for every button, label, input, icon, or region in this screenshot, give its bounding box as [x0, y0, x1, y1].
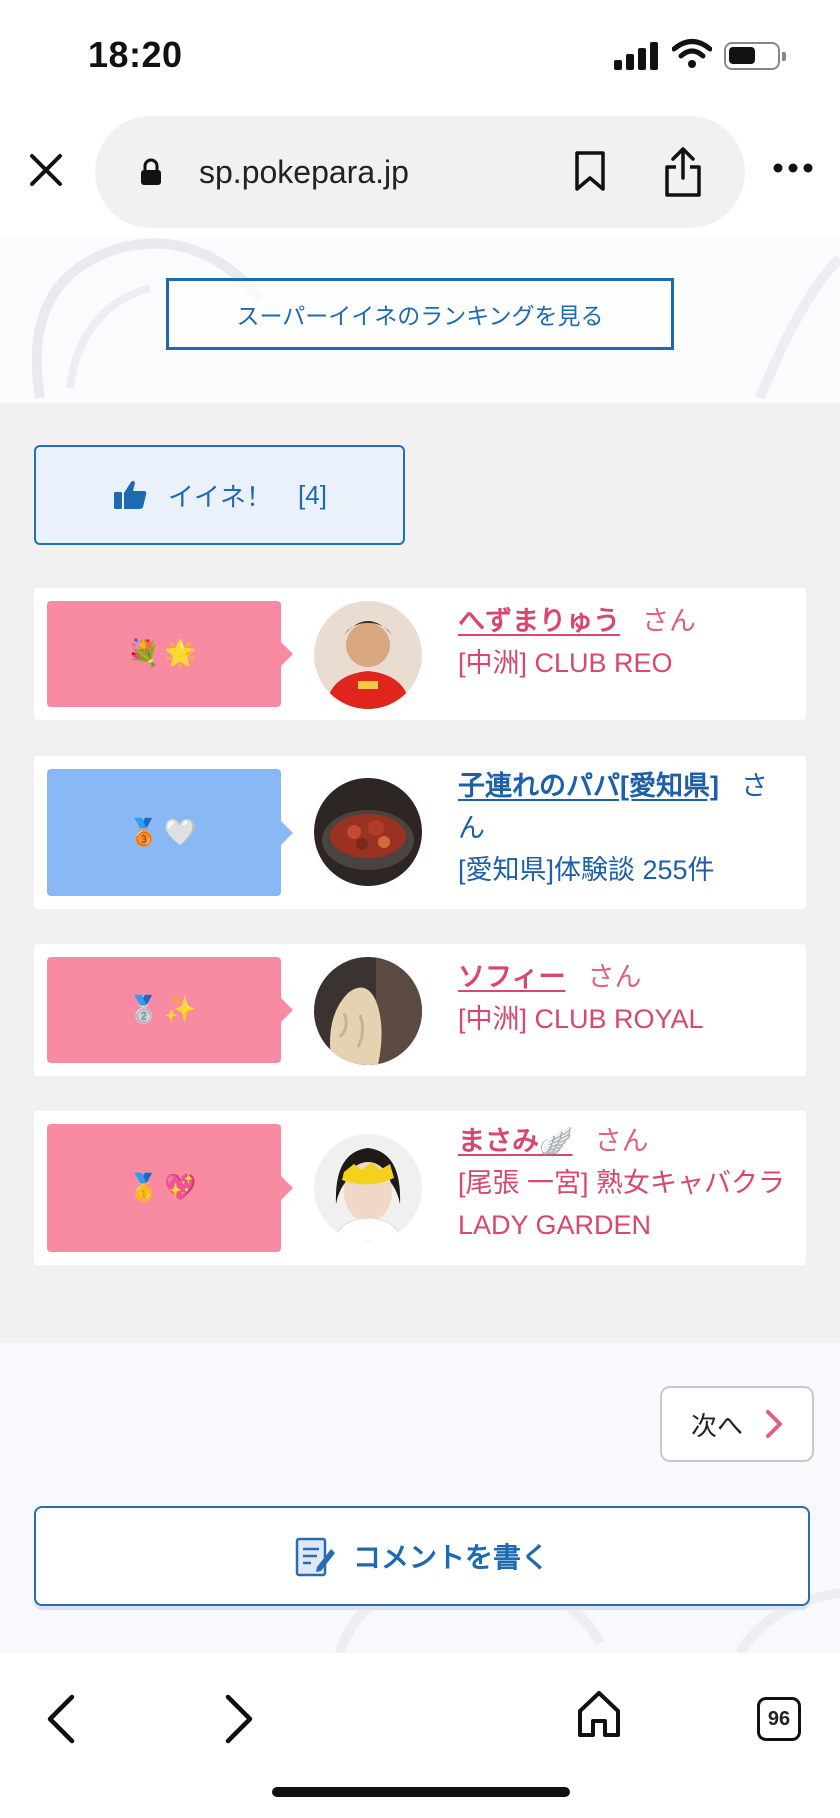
stamp-emoji: 💐🌟	[127, 639, 201, 669]
stamp-emoji: 🥈✨	[127, 995, 201, 1025]
tabs-button[interactable]: 96	[757, 1697, 801, 1741]
like-count: [4]	[298, 479, 327, 510]
page-footer-area: 次へ コメントを書く	[0, 1343, 840, 1653]
forward-icon[interactable]	[222, 1693, 256, 1745]
like-label: イイネ！	[168, 481, 273, 512]
lock-icon	[141, 158, 161, 185]
honorific: さん	[587, 962, 642, 992]
honorific: さん	[594, 1126, 649, 1156]
status-bar: 18:20	[0, 0, 840, 110]
user-detail: [愛知県]体験談 255件	[458, 855, 715, 885]
home-icon[interactable]	[576, 1689, 622, 1739]
next-page-button[interactable]: 次へ	[660, 1386, 814, 1462]
like-user-card: 🥉🤍 子連れのパパ[愛知県] さん [愛知県]体験談 255件	[34, 756, 806, 909]
woman-hair-avatar[interactable]	[314, 957, 422, 1065]
super-like-ranking-link[interactable]: スーパーイイネのランキングを見る	[166, 278, 674, 350]
more-icon[interactable]	[772, 162, 814, 174]
like-button[interactable]: イイネ！ [4]	[34, 445, 405, 545]
browser-bar: sp.pokepara.jp	[0, 110, 840, 238]
user-detail: [中洲] CLUB REO	[458, 648, 673, 678]
user-info: ソフィー さん [中洲] CLUB ROYAL	[458, 956, 788, 1040]
cellular-signal-icon	[614, 40, 658, 70]
user-info: 子連れのパパ[愛知県] さん [愛知県]体験談 255件	[458, 765, 788, 891]
likes-section: イイネ！ [4] 💐🌟 へずまりゅう さん [中洲] CLUB REO 🥉🤍 子…	[0, 403, 840, 1343]
like-user-card: 💐🌟 へずまりゅう さん [中洲] CLUB REO	[34, 588, 806, 720]
stamp-box: 🥉🤍	[47, 769, 293, 896]
stamp-emoji: 🥉🤍	[127, 817, 201, 848]
next-label: 次へ	[690, 1410, 743, 1441]
status-time: 18:20	[88, 34, 183, 75]
user-info: まさみ🪽 さん [尾張 一宮] 熟女キャバクラ LADY GARDEN	[458, 1120, 788, 1246]
like-user-card: 🥇💖 まさみ🪽 さん [尾張 一宮] 熟女キャバクラ LADY GARDEN	[34, 1111, 806, 1265]
share-icon[interactable]	[663, 146, 703, 198]
write-comment-icon	[295, 1537, 335, 1577]
user-detail: [中洲] CLUB ROYAL	[458, 1004, 704, 1034]
food-dish-avatar[interactable]	[314, 778, 422, 886]
like-user-card: 🥈✨ ソフィー さん [中洲] CLUB ROYAL	[34, 944, 806, 1076]
close-icon[interactable]	[26, 150, 66, 190]
user-name-link[interactable]: 子連れのパパ[愛知県]	[458, 771, 719, 801]
write-comment-button[interactable]: コメントを書く	[34, 1506, 810, 1606]
person-red-shirt-avatar[interactable]	[314, 601, 422, 709]
browser-toolbar: 96	[0, 1653, 840, 1818]
wifi-icon	[672, 39, 712, 68]
ranking-header-area: スーパーイイネのランキングを見る	[0, 238, 840, 403]
stamp-emoji: 🥇💖	[127, 1173, 201, 1203]
user-detail: [尾張 一宮] 熟女キャバクラ LADY GARDEN	[458, 1168, 786, 1240]
battery-icon	[724, 42, 786, 70]
user-name-link[interactable]: ソフィー	[458, 962, 565, 992]
url-text: sp.pokepara.jp	[199, 154, 409, 190]
back-icon[interactable]	[44, 1693, 78, 1745]
home-indicator	[272, 1787, 570, 1797]
stamp-box: 💐🌟	[47, 601, 293, 707]
bookmark-icon[interactable]	[573, 150, 607, 192]
user-info: へずまりゅう さん [中洲] CLUB REO	[458, 600, 788, 684]
chevron-right-icon	[766, 1410, 782, 1438]
stamp-box: 🥇💖	[47, 1124, 293, 1252]
comment-label: コメントを書く	[352, 1542, 549, 1573]
thumbs-up-icon	[114, 480, 147, 509]
user-name-link[interactable]: まさみ🪽	[458, 1126, 573, 1156]
stamp-box: 🥈✨	[47, 957, 293, 1063]
honorific: さん	[642, 606, 696, 636]
address-bar[interactable]: sp.pokepara.jp	[95, 116, 745, 228]
user-name-link[interactable]: へずまりゅう	[458, 606, 620, 636]
woman-face-avatar[interactable]	[314, 1134, 422, 1242]
